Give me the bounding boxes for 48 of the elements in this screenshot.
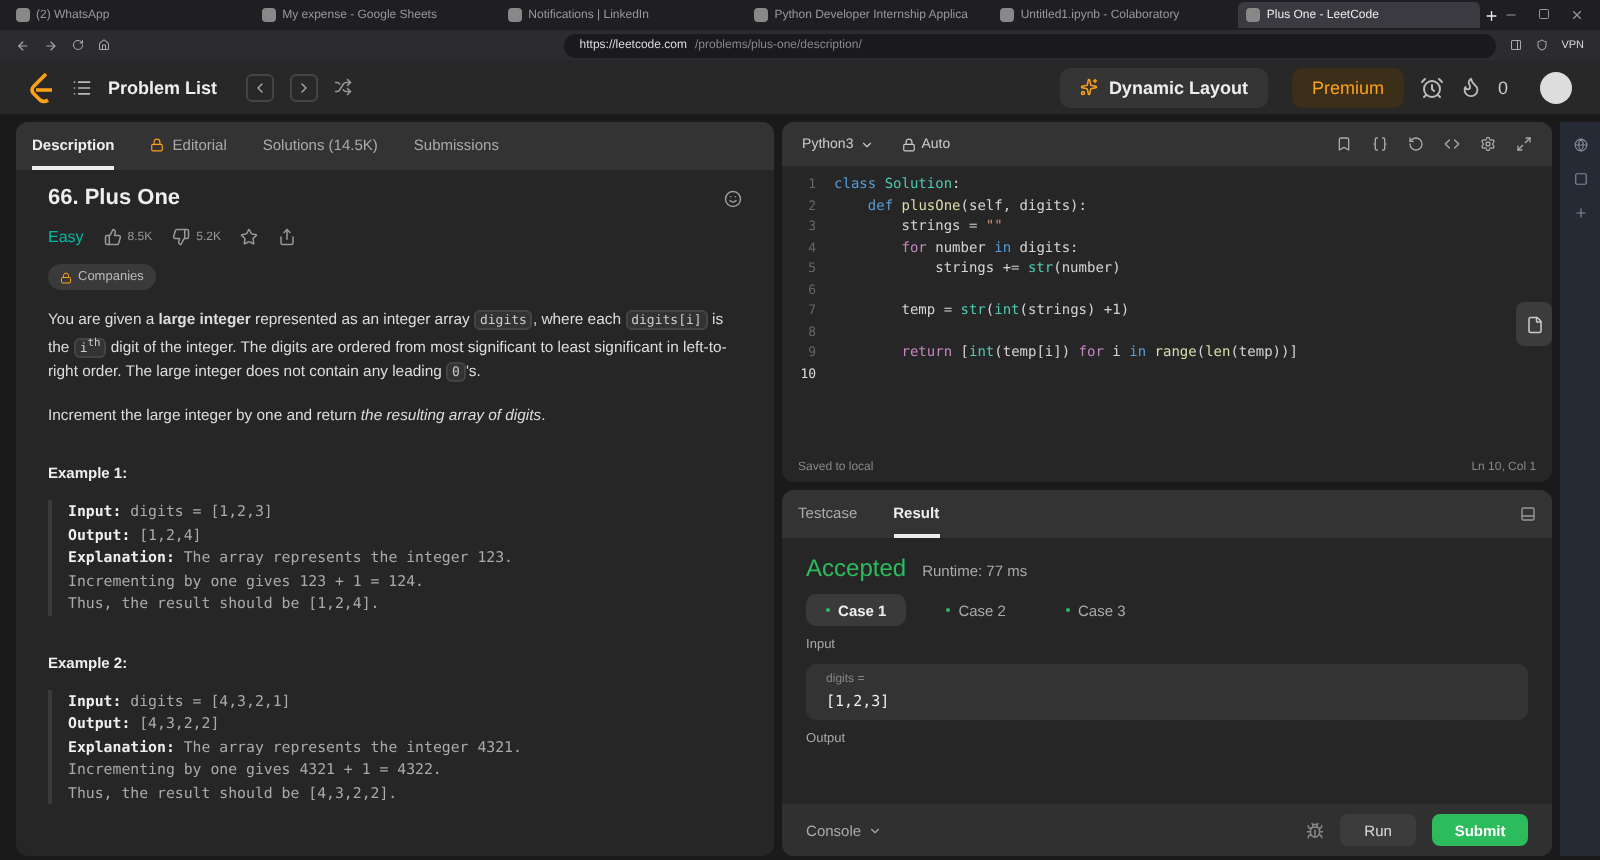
globe-icon[interactable] [1573, 138, 1588, 152]
thumbs-down-icon[interactable] [172, 228, 191, 246]
expand-icon[interactable] [1516, 136, 1533, 152]
shuffle-icon[interactable] [333, 78, 352, 96]
lock-icon [150, 137, 165, 151]
back-icon[interactable] [16, 37, 30, 53]
square-icon[interactable] [1573, 172, 1588, 186]
file-icon [1525, 315, 1544, 333]
lock-icon [901, 137, 916, 151]
verdict: Accepted [806, 554, 907, 582]
braces-icon[interactable] [1372, 136, 1389, 152]
alarm-clock-icon[interactable] [1419, 75, 1444, 99]
problem-title: 66. Plus One [48, 186, 181, 210]
panel-icon[interactable] [1520, 506, 1537, 522]
code-icon[interactable] [1444, 136, 1461, 152]
dynamic-layout-button[interactable]: Dynamic Layout [1060, 67, 1268, 107]
sparkles-icon [1080, 78, 1099, 96]
share-icon[interactable] [278, 228, 297, 246]
reset-icon[interactable] [1408, 136, 1425, 152]
sidebar-icon[interactable] [1509, 38, 1522, 52]
bookmark-icon[interactable] [1336, 136, 1353, 152]
star-icon[interactable] [240, 228, 259, 246]
thumbs-up-icon[interactable] [103, 228, 122, 246]
settings-icon[interactable] [1480, 136, 1497, 152]
chevron-down-icon [867, 823, 882, 837]
streak-count: 0 [1497, 77, 1508, 97]
maximize-icon[interactable] [1538, 8, 1550, 20]
close-icon[interactable] [1570, 8, 1584, 22]
difficulty-label: Easy [48, 228, 84, 246]
lock-icon [60, 271, 72, 283]
avatar[interactable] [1540, 71, 1572, 103]
smiley-icon[interactable] [724, 189, 743, 207]
notes-button[interactable] [1516, 302, 1553, 346]
next-button[interactable] [289, 73, 318, 101]
home-icon[interactable] [97, 38, 110, 52]
chevron-down-icon [859, 137, 874, 151]
bug-icon[interactable] [1306, 821, 1325, 839]
shield-icon[interactable] [1535, 38, 1548, 52]
new-tab-icon[interactable] [1484, 7, 1500, 23]
minimize-icon[interactable] [1504, 8, 1518, 22]
logo-icon[interactable] [28, 71, 56, 103]
list-icon [72, 77, 92, 97]
reload-icon[interactable] [71, 38, 84, 52]
premium-button[interactable]: Premium [1291, 67, 1404, 107]
problem-list-link[interactable]: Problem List [108, 77, 218, 97]
previous-button[interactable] [245, 73, 274, 101]
forward-icon[interactable] [43, 37, 58, 53]
flame-icon[interactable] [1459, 76, 1482, 98]
